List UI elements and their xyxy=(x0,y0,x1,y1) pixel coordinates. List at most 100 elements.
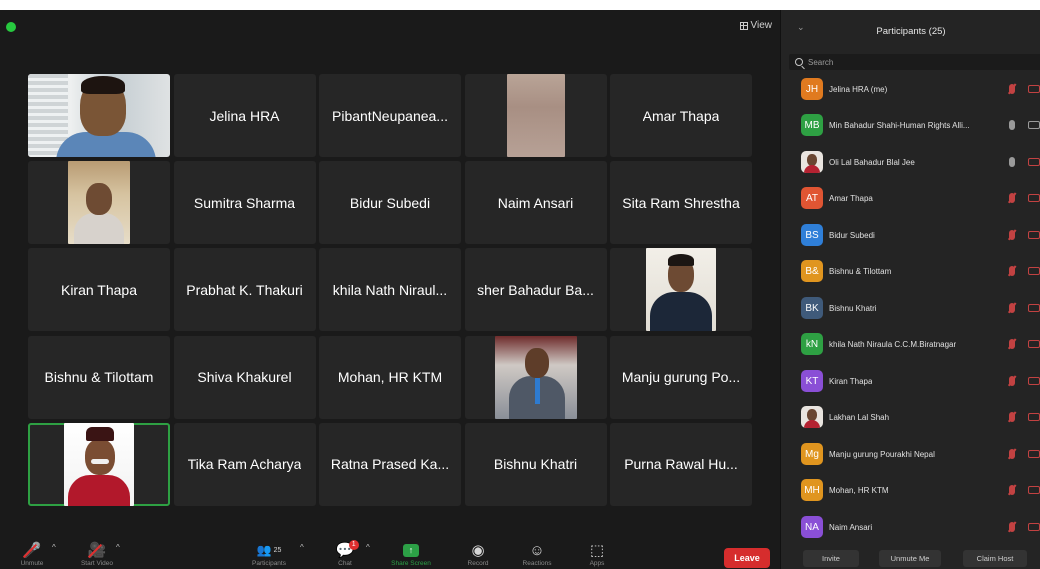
audio-options-caret-icon[interactable]: ^ xyxy=(52,543,56,552)
microphone-muted-icon xyxy=(1009,522,1015,532)
participants-icon: 👥 xyxy=(256,543,272,557)
record-label: Record xyxy=(467,560,489,567)
participant-row[interactable]: BK Bishnu Khatri xyxy=(781,293,1040,323)
video-tile[interactable] xyxy=(464,74,607,157)
avatar: JH xyxy=(801,78,823,100)
video-tile[interactable] xyxy=(464,335,607,419)
camera-off-icon xyxy=(1028,523,1040,531)
video-tile[interactable]: Sita Ram Shrestha xyxy=(610,161,752,245)
microphone-muted-icon xyxy=(1009,376,1015,386)
video-tile[interactable]: Tika Ram Acharya xyxy=(173,422,316,506)
microphone-muted-icon xyxy=(1009,412,1015,422)
video-tile[interactable] xyxy=(28,161,170,245)
video-tile[interactable]: khila Nath Niraul... xyxy=(319,248,461,332)
microphone-muted-icon xyxy=(1009,230,1015,240)
participant-video-feed xyxy=(646,248,716,332)
reactions-button[interactable]: ☺ Reactions xyxy=(514,540,560,569)
participants-panel-title: Participants (25) xyxy=(876,25,946,37)
participant-row[interactable]: Lakhan Lal Shah xyxy=(781,402,1040,432)
participant-row[interactable]: B& Bishnu & Tilottam xyxy=(781,256,1040,286)
video-tile[interactable] xyxy=(28,422,170,506)
video-tile[interactable]: Mohan, HR KTM xyxy=(319,335,461,419)
unmute-me-button[interactable]: Unmute Me xyxy=(879,550,941,567)
participants-options-caret-icon[interactable]: ^ xyxy=(300,543,304,552)
chat-unread-badge: 1 xyxy=(348,540,359,550)
camera-off-icon xyxy=(1028,85,1040,93)
collapse-chevron-icon[interactable]: ⌄ xyxy=(797,22,805,33)
camera-off-icon: 🎥 xyxy=(87,542,107,559)
video-options-caret-icon[interactable]: ^ xyxy=(116,543,120,552)
camera-off-icon xyxy=(1028,231,1040,239)
encryption-shield-icon[interactable] xyxy=(6,22,16,32)
chat-button[interactable]: 💬 1 Chat xyxy=(330,540,360,569)
video-tile-name: PibantNeupanea... xyxy=(332,107,448,124)
participants-button[interactable]: 👥 25 Participants xyxy=(244,540,294,569)
chat-label: Chat xyxy=(338,560,352,567)
video-tile[interactable] xyxy=(28,74,170,157)
microphone-muted-icon xyxy=(1009,84,1015,94)
participant-name: Lakhan Lal Shah xyxy=(829,412,890,422)
video-tile[interactable] xyxy=(610,248,752,332)
video-area: View Jelina HRA PibantNeupanea... Amar Tha… xyxy=(0,10,780,540)
apps-button[interactable]: ⬚ Apps xyxy=(582,540,612,569)
view-button[interactable]: View xyxy=(739,20,772,31)
participant-row[interactable]: Oli Lal Bahadur Blal Jee xyxy=(781,147,1040,177)
avatar: MH xyxy=(801,479,823,501)
participant-row[interactable]: JH Jelina HRA (me) xyxy=(781,74,1040,104)
video-tile[interactable]: Jelina HRA xyxy=(173,74,316,157)
unmute-label: Unmute xyxy=(20,560,44,567)
share-screen-button[interactable]: ↑ Share Screen xyxy=(384,540,438,569)
record-icon: ◉ xyxy=(471,542,485,559)
participant-name: Amar Thapa xyxy=(829,193,873,203)
participants-search[interactable] xyxy=(789,54,1040,70)
apps-icon: ⬚ xyxy=(589,542,605,559)
leave-button[interactable]: Leave xyxy=(724,548,770,568)
video-tile[interactable]: Purna Rawal Hu... xyxy=(610,422,752,506)
participant-row[interactable]: AT Amar Thapa xyxy=(781,183,1040,213)
video-tile[interactable]: Bidur Subedi xyxy=(319,161,461,245)
video-tile[interactable]: Ratna Prased Ka... xyxy=(319,422,461,506)
avatar: MB xyxy=(801,114,823,136)
video-tile[interactable]: Prabhat K. Thakuri xyxy=(173,248,316,332)
share-screen-icon: ↑ xyxy=(403,543,419,557)
video-tile[interactable]: Sumitra Sharma xyxy=(173,161,316,245)
avatar: KT xyxy=(801,370,823,392)
participant-row[interactable]: MB Min Bahadur Shahi-Human Rights Alli... xyxy=(781,110,1040,140)
unmute-button[interactable]: 🎤 Unmute xyxy=(14,540,50,569)
video-tile-name: Manju gurung Po... xyxy=(621,369,741,386)
video-tile[interactable]: Shiva Khakurel xyxy=(173,335,316,419)
participant-row[interactable]: MH Mohan, HR KTM xyxy=(781,475,1040,505)
participant-row[interactable]: Mg Manju gurung Pourakhi Nepal xyxy=(781,439,1040,469)
start-video-button[interactable]: 🎥 Start Video xyxy=(72,540,122,569)
video-tile-name: Bishnu & Tilottam xyxy=(44,369,154,386)
video-tile[interactable]: Manju gurung Po... xyxy=(610,335,752,419)
avatar: NA xyxy=(801,516,823,538)
chat-options-caret-icon[interactable]: ^ xyxy=(366,543,370,552)
participants-search-input[interactable] xyxy=(808,57,1028,67)
video-tile-name: Jelina HRA xyxy=(209,107,280,124)
record-button[interactable]: ◉ Record xyxy=(460,540,496,569)
participant-row[interactable]: KT Kiran Thapa xyxy=(781,366,1040,396)
video-tile-name: khila Nath Niraul... xyxy=(332,281,448,298)
claim-host-label: Claim Host xyxy=(976,554,1014,563)
participant-name: Naim Ansari xyxy=(829,522,873,532)
video-tile[interactable]: PibantNeupanea... xyxy=(319,74,461,157)
participant-video-feed xyxy=(28,74,170,157)
participant-row[interactable]: kN khila Nath Niraula C.C.M.Biratnagar xyxy=(781,329,1040,359)
participant-row[interactable]: BS Bidur Subedi xyxy=(781,220,1040,250)
video-tile-name: Ratna Prased Ka... xyxy=(330,456,450,473)
microphone-muted-icon xyxy=(1009,485,1015,495)
invite-button[interactable]: Invite xyxy=(803,550,859,567)
camera-off-icon xyxy=(1028,194,1040,202)
video-tile[interactable]: Bishnu Khatri xyxy=(464,422,607,506)
video-tile[interactable]: Amar Thapa xyxy=(610,74,752,157)
claim-host-button[interactable]: Claim Host xyxy=(963,550,1027,567)
video-tile[interactable]: sher Bahadur Ba... xyxy=(464,248,607,332)
video-tile[interactable]: Naim Ansari xyxy=(464,161,607,245)
participant-name: Bishnu Khatri xyxy=(829,303,877,313)
avatar xyxy=(801,406,823,428)
participant-row[interactable]: NA Naim Ansari xyxy=(781,512,1040,542)
start-video-label: Start Video xyxy=(80,560,114,567)
video-tile[interactable]: Bishnu & Tilottam xyxy=(28,335,170,419)
video-tile[interactable]: Kiran Thapa xyxy=(28,248,170,332)
